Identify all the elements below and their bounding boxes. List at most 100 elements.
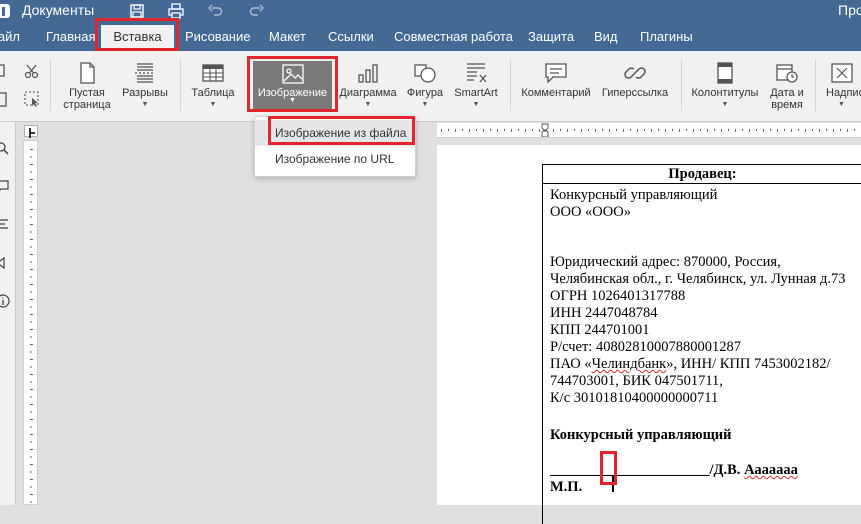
ruler-tick bbox=[30, 449, 33, 450]
ruler-tick bbox=[30, 329, 33, 330]
ruler-tick bbox=[560, 129, 561, 131]
ruler-tick bbox=[616, 129, 617, 131]
ruler-tick bbox=[602, 129, 603, 131]
smartart-button[interactable]: SmartArt ▼ bbox=[451, 57, 501, 113]
app-logo bbox=[0, 4, 10, 18]
ruler-tick bbox=[30, 486, 32, 488]
date-time-label: Дата и время bbox=[770, 87, 804, 111]
tab-file[interactable]: Файл bbox=[0, 22, 20, 51]
tab-collaboration[interactable]: Совместная работа bbox=[394, 22, 513, 51]
ruler-tick bbox=[651, 129, 652, 132]
chevron-down-icon: ▼ bbox=[838, 101, 845, 108]
cut-icon[interactable] bbox=[23, 62, 41, 80]
save-icon[interactable] bbox=[129, 3, 145, 19]
search-icon[interactable] bbox=[0, 142, 10, 156]
ruler-tick bbox=[30, 501, 32, 503]
document-page[interactable]: Продавец: Конкурсный управляющий ООО «ОО… bbox=[437, 145, 861, 524]
shape-button[interactable]: Фигура ▼ bbox=[400, 57, 450, 113]
ruler-tick bbox=[30, 179, 33, 180]
ruler-tick bbox=[630, 129, 631, 131]
ruler-tick bbox=[30, 366, 32, 368]
chevron-down-icon: ▼ bbox=[141, 101, 149, 108]
print-icon[interactable] bbox=[168, 3, 184, 19]
text-box-label: Надпис bbox=[826, 87, 861, 99]
ruler-tick bbox=[30, 291, 32, 293]
tab-view[interactable]: Вид bbox=[594, 22, 618, 51]
ruler-tick bbox=[581, 129, 582, 132]
hyperlink-label: Гиперссылка bbox=[601, 87, 669, 99]
ruler-tick bbox=[742, 129, 743, 131]
paste-icon[interactable] bbox=[0, 90, 10, 108]
ruler-tick bbox=[749, 129, 750, 132]
doc-line: Р/счет: 40802810007880001287 bbox=[550, 339, 741, 355]
text-cursor bbox=[612, 476, 614, 492]
tab-references[interactable]: Ссылки bbox=[328, 22, 374, 51]
ruler-tick bbox=[30, 261, 32, 263]
ruler-tick bbox=[847, 129, 848, 132]
blank-page-button[interactable]: Пустая страница bbox=[58, 57, 116, 113]
chevron-down-icon: ▼ bbox=[289, 97, 296, 104]
shape-label: Фигура bbox=[406, 87, 444, 99]
table-header: Продавец: bbox=[543, 165, 861, 184]
redo-icon[interactable] bbox=[249, 3, 265, 19]
select-all-icon[interactable] bbox=[23, 90, 41, 108]
hyperlink-button[interactable]: Гиперссылка bbox=[596, 57, 674, 113]
chevron-down-icon: ▼ bbox=[364, 101, 372, 108]
ruler-tick bbox=[30, 344, 33, 345]
undo-icon[interactable] bbox=[207, 3, 223, 19]
ruler-tick bbox=[721, 129, 722, 132]
navigation-icon[interactable] bbox=[0, 218, 10, 232]
tab-plugins[interactable]: Плагины bbox=[640, 22, 693, 51]
table-button[interactable]: Таблица ▼ bbox=[186, 57, 240, 113]
bank-name-misspelled: Челиндбанк bbox=[591, 356, 667, 372]
tab-insert[interactable]: Вставка bbox=[101, 25, 174, 51]
ruler-tick bbox=[30, 321, 32, 323]
ruler-tick bbox=[30, 149, 33, 150]
doc-line: Челябинская обл., г. Челябинск, ул. Лунн… bbox=[550, 271, 846, 287]
ruler-tick bbox=[819, 129, 820, 132]
ruler-tick bbox=[30, 156, 32, 158]
doc-line: КПП 244701001 bbox=[550, 322, 650, 338]
signature-name: Ааааааа bbox=[744, 462, 798, 478]
tab-layout[interactable]: Макет bbox=[269, 22, 306, 51]
ruler-tick bbox=[840, 129, 841, 131]
vertical-ruler bbox=[23, 140, 38, 505]
ruler-tick bbox=[644, 129, 645, 131]
app-title: Документы bbox=[22, 2, 95, 18]
ruler-tab-selector[interactable] bbox=[24, 125, 38, 137]
ruler-tick bbox=[567, 129, 568, 132]
image-button[interactable]: Изображение ▼ bbox=[253, 61, 332, 109]
comments-icon[interactable] bbox=[0, 179, 10, 193]
image-from-url-item[interactable]: Изображение по URL bbox=[255, 146, 415, 172]
copy-icon[interactable] bbox=[0, 62, 10, 80]
headers-footers-button[interactable]: Колонтитулы ▼ bbox=[687, 57, 763, 113]
ruler-tick bbox=[637, 129, 638, 132]
doc-line: К/с 30101810400000000711 bbox=[550, 390, 719, 406]
speaker-icon[interactable] bbox=[0, 256, 10, 270]
indent-marker[interactable] bbox=[541, 123, 549, 137]
chart-button[interactable]: Диаграмма ▼ bbox=[338, 57, 398, 113]
tab-home[interactable]: Главная bbox=[46, 22, 95, 51]
breaks-button[interactable]: Разрывы ▼ bbox=[116, 57, 174, 113]
ruler-tick bbox=[30, 276, 32, 278]
table-label: Таблица bbox=[191, 87, 235, 99]
image-from-file-item[interactable]: Изображение из файла bbox=[255, 120, 415, 146]
ruler-tick bbox=[504, 129, 505, 131]
ruler-tick bbox=[756, 129, 757, 131]
doc-line: М.П. bbox=[550, 479, 583, 495]
text-box-button[interactable]: Надпис ▼ bbox=[822, 57, 861, 113]
toolbar-separator bbox=[510, 59, 511, 111]
ruler-tick bbox=[854, 129, 855, 131]
menu-bar: Файл Главная Вставка Рисование Макет Ссы… bbox=[0, 22, 861, 51]
ruler-tick bbox=[686, 129, 687, 131]
tab-protection[interactable]: Защита bbox=[528, 22, 574, 51]
ruler-tick bbox=[30, 471, 32, 473]
ruler-tick bbox=[714, 129, 715, 131]
toolbar-separator bbox=[50, 59, 51, 111]
date-time-button[interactable]: Дата и время bbox=[764, 57, 810, 113]
ruler-tick bbox=[833, 129, 834, 132]
tab-draw[interactable]: Рисование bbox=[185, 22, 250, 51]
info-icon[interactable] bbox=[0, 294, 10, 308]
comment-button[interactable]: Комментарий bbox=[517, 57, 595, 113]
breaks-label: Разрывы bbox=[122, 87, 168, 99]
